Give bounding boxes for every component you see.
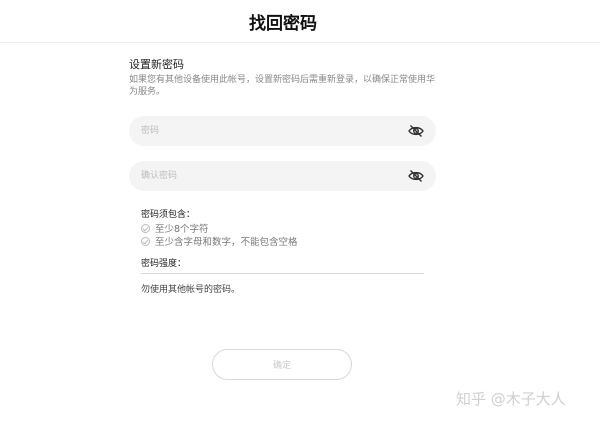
check-circle-icon [141,236,150,246]
eye-off-icon[interactable] [408,169,424,183]
password-strength-bar [141,273,424,274]
password-rule-text: 至少8个字符 [155,224,209,235]
section-title: 设置新密码 [129,58,184,71]
password-rule-text: 至少含字母和数字，不能包含空格 [155,237,298,248]
confirm-button[interactable]: 确定 [212,349,352,380]
password-strength-label: 密码强度： [141,259,187,269]
password-field[interactable] [129,116,436,146]
password-warning: 勿使用其他帐号的密码。 [141,285,241,295]
password-rule: 至少8个字符 [141,221,209,235]
form-description: 如果您有其他设备使用此帐号，设置新密码后需重新登录，以确保正常使用华为服务。 [129,75,436,97]
page-title: 找回密码 [249,14,317,34]
header-bar: 找回密码 [0,0,600,43]
confirm-password-field[interactable] [129,161,436,191]
password-input[interactable] [141,116,401,146]
check-circle-icon [141,223,150,233]
password-rule: 至少含字母和数字，不能包含空格 [141,234,298,248]
eye-off-icon[interactable] [408,124,424,138]
confirm-password-input[interactable] [141,161,401,191]
watermark: 知乎 @木子大人 [456,390,566,408]
password-rules-title: 密码须包含： [141,210,196,220]
